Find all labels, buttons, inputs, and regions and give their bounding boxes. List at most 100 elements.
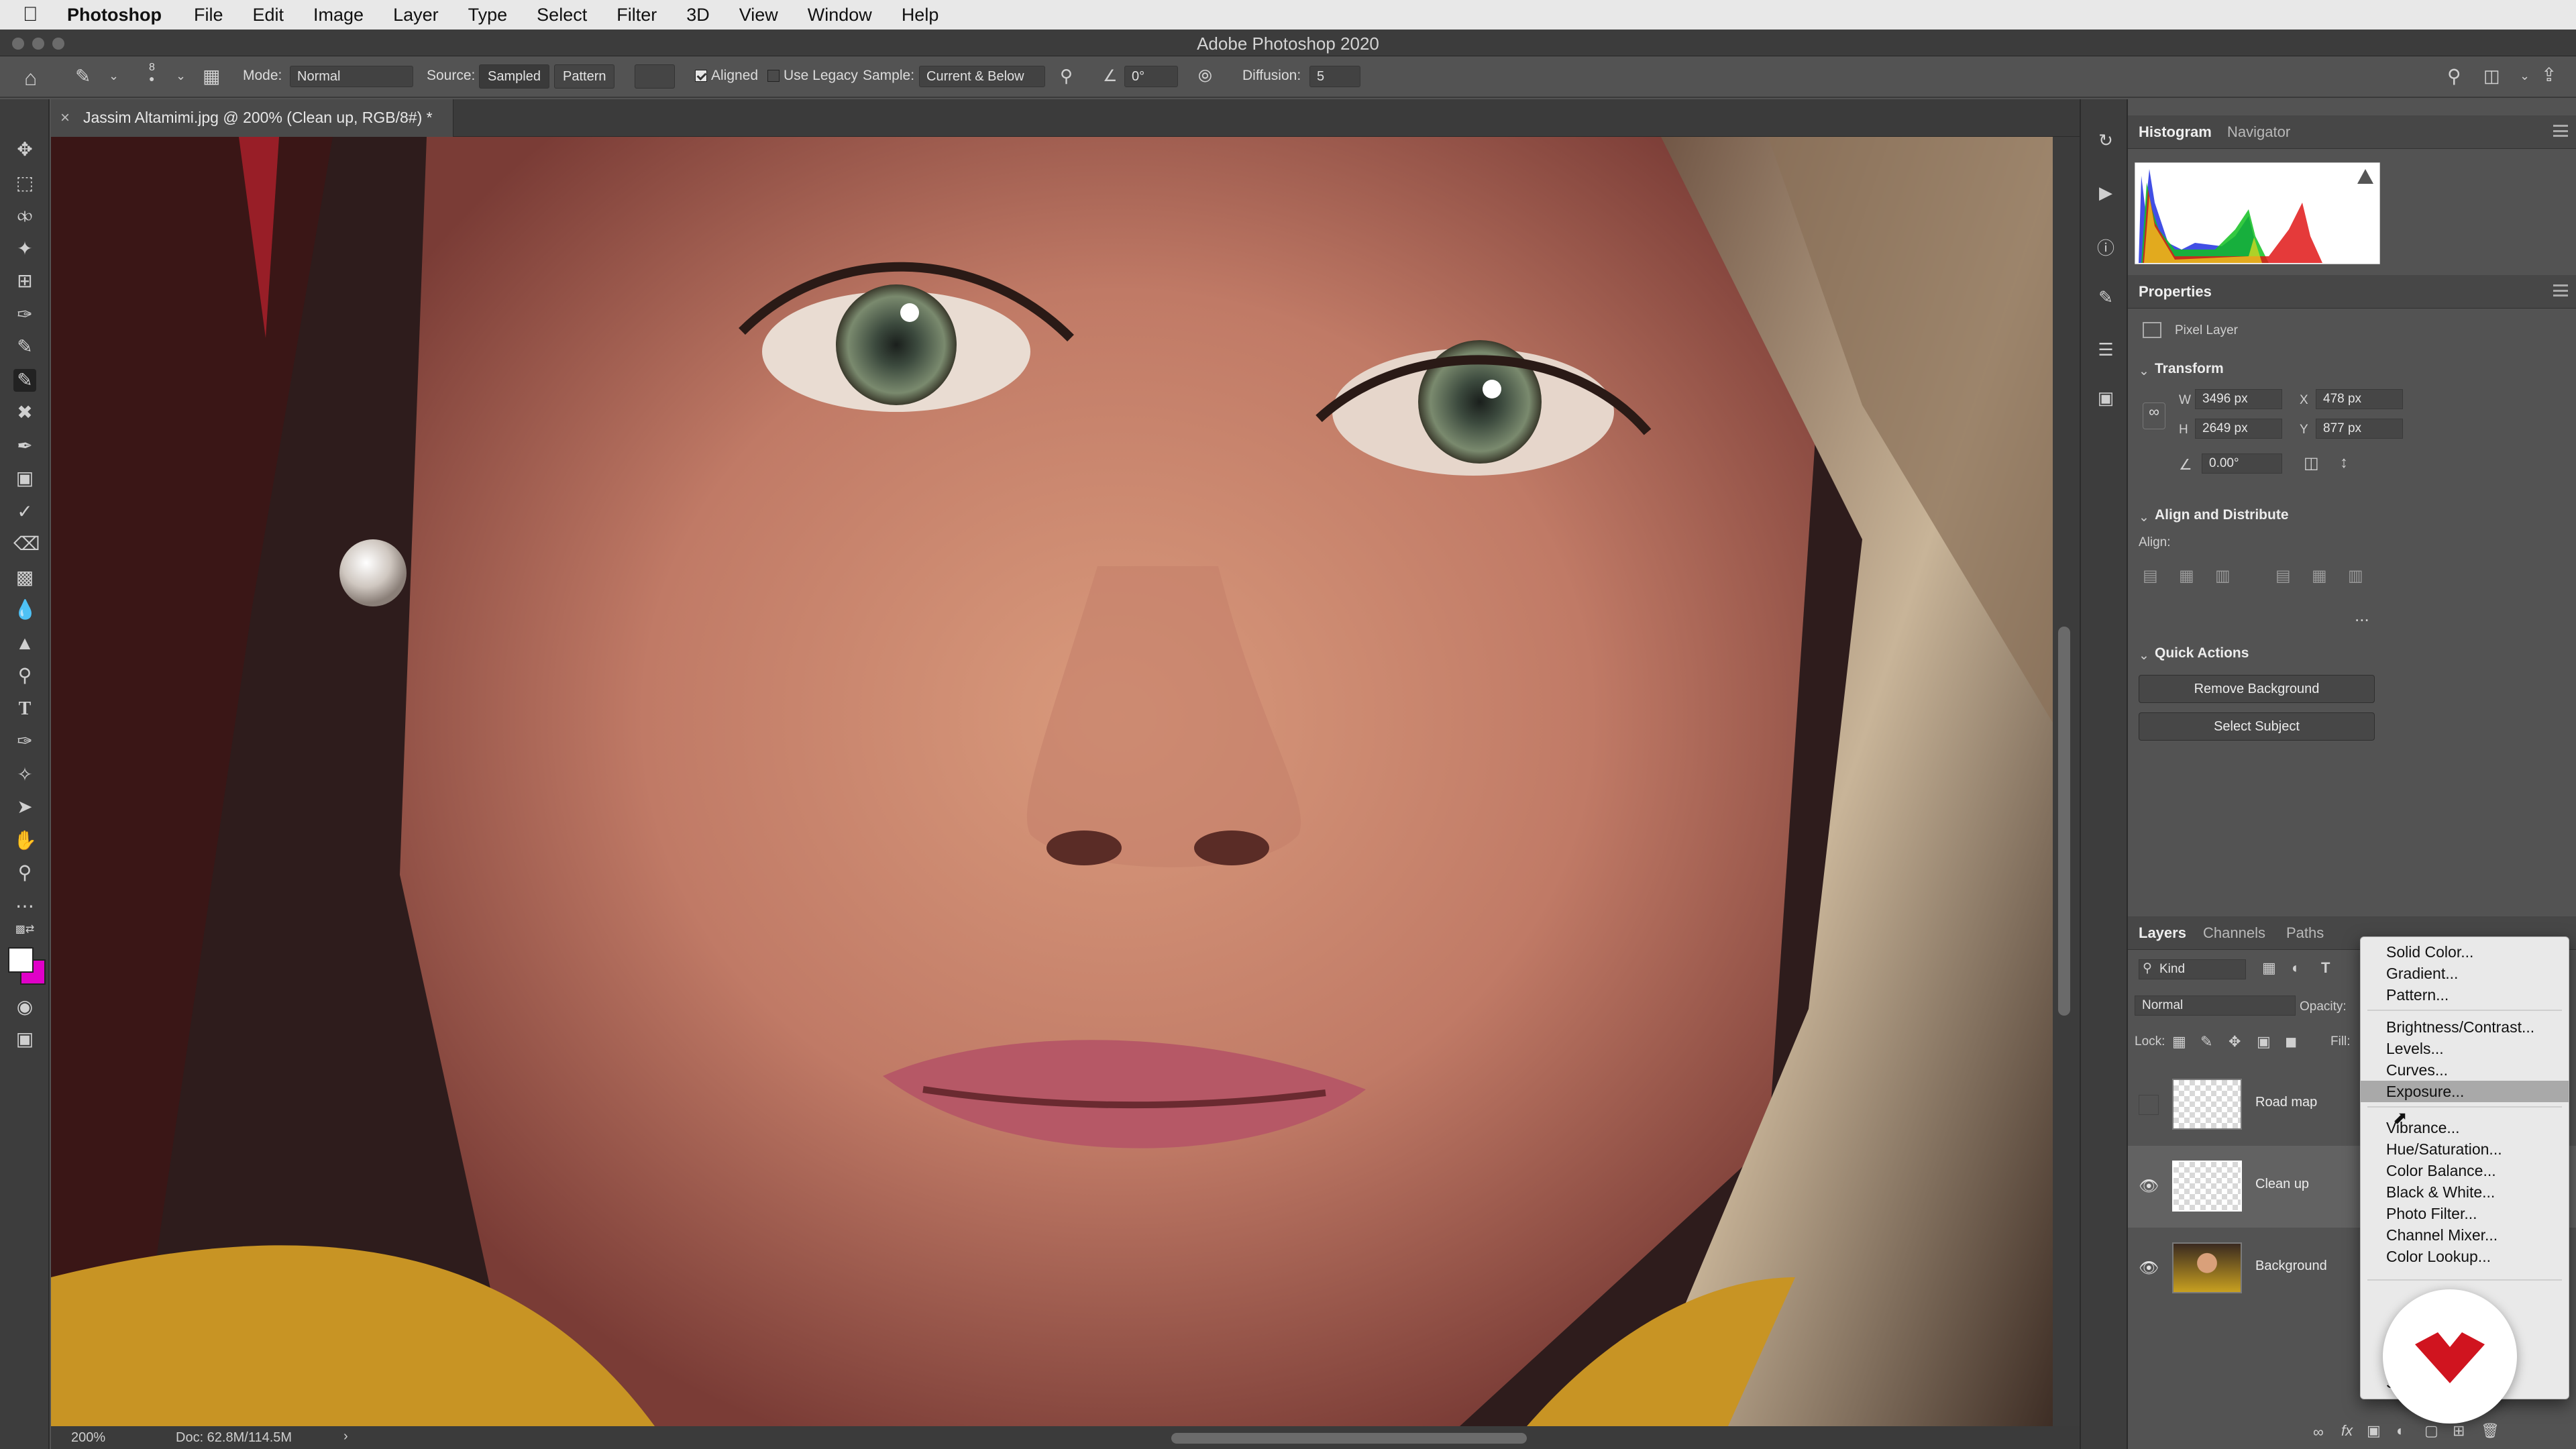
clone-stamp-tool-icon[interactable]: ▣ (13, 467, 36, 490)
eye-icon[interactable]: 👁 (2139, 1177, 2159, 1197)
blur-tool-icon[interactable]: 💧 (13, 598, 37, 621)
vertical-scrollbar[interactable] (2053, 137, 2080, 1426)
panel-menu-icon[interactable] (2553, 284, 2568, 297)
type-tool-icon[interactable]: T (13, 698, 36, 720)
menu-3d[interactable]: 3D (686, 5, 710, 25)
menu-item-curves[interactable]: Curves... (2361, 1059, 2569, 1081)
filter-type-icon[interactable]: T (2321, 959, 2330, 977)
chevron-down-icon[interactable]: ⌄ (2520, 70, 2530, 82)
width-field[interactable]: 3496 px (2195, 389, 2282, 409)
brush-settings-icon[interactable]: ✎ (2094, 287, 2117, 310)
sharpen-tool-icon[interactable]: ▲ (13, 632, 36, 655)
zoom-level[interactable]: 200% (71, 1430, 105, 1446)
shape-tool-icon[interactable]: ✧ (13, 763, 36, 786)
marquee-tool-icon[interactable]: ⬚ (13, 172, 36, 195)
pressure-size-icon[interactable]: ⦾ (1198, 67, 1212, 85)
new-layer-icon[interactable]: ⊞ (2453, 1422, 2465, 1440)
menu-item-brightness-contrast[interactable]: Brightness/Contrast... (2361, 1016, 2569, 1038)
close-tab-icon[interactable]: × (60, 109, 70, 127)
menu-item-gradient[interactable]: Gradient... (2361, 963, 2569, 984)
default-colors-icon[interactable]: ▩⇄ (13, 923, 36, 946)
new-group-icon[interactable]: ▢ (2424, 1422, 2438, 1440)
vertical-scroll-thumb[interactable] (2058, 627, 2070, 1016)
menu-edit[interactable]: Edit (253, 5, 284, 25)
source-pattern-button[interactable]: Pattern (554, 64, 615, 89)
align-center-h-icon[interactable]: ▦ (2179, 566, 2194, 586)
delete-layer-icon[interactable]: 🗑 (2481, 1422, 2500, 1440)
menu-app-name[interactable]: Photoshop (67, 5, 162, 25)
eye-icon[interactable]: 👁 (2139, 1258, 2159, 1279)
share-icon[interactable]: ⇪ (2541, 66, 2557, 85)
link-layers-icon[interactable]: ∞ (2313, 1424, 2324, 1441)
patch-tool-icon[interactable]: ✖ (13, 401, 36, 424)
diffusion-field[interactable]: 5 (1309, 66, 1360, 87)
screen-mode-icon[interactable]: ▣ (13, 1028, 36, 1051)
menu-item-levels[interactable]: Levels... (2361, 1038, 2569, 1059)
move-tool-icon[interactable]: ✥ (13, 138, 36, 161)
quick-selection-tool-icon[interactable]: ✦ (13, 237, 36, 260)
flip-horizontal-icon[interactable]: ◫ (2304, 453, 2319, 473)
add-mask-icon[interactable]: ▣ (2367, 1422, 2381, 1440)
new-adjustment-layer-icon[interactable]: ◐ (2396, 1422, 2405, 1440)
healing-brush-tool-icon[interactable]: ✎ (75, 67, 91, 86)
menu-item-black-white[interactable]: Black & White... (2361, 1181, 2569, 1203)
layer-style-icon[interactable]: fx (2341, 1422, 2353, 1440)
chevron-down-icon[interactable]: ⌄ (2139, 364, 2149, 379)
brush-preset-icon[interactable]: ● (149, 74, 154, 83)
select-subject-button[interactable]: Select Subject (2139, 712, 2375, 741)
menu-item-color-lookup[interactable]: Color Lookup... (2361, 1246, 2569, 1267)
history-brush-tool-icon[interactable]: ✓ (13, 500, 36, 523)
tab-layers[interactable]: Layers (2139, 924, 2186, 942)
pen-tool-icon[interactable]: ✑ (13, 730, 36, 753)
spot-healing-tool-icon[interactable]: ✎ (13, 335, 36, 358)
healing-brush-tool-icon[interactable]: ✎ (13, 369, 36, 392)
tab-histogram[interactable]: Histogram (2139, 123, 2212, 141)
x-field[interactable]: 478 px (2316, 389, 2403, 409)
menu-type[interactable]: Type (468, 5, 508, 25)
visibility-toggle[interactable] (2139, 1095, 2159, 1115)
menu-file[interactable]: File (194, 5, 223, 25)
crop-tool-icon[interactable]: ⊞ (13, 270, 36, 292)
filter-pixel-icon[interactable]: ▦ (2262, 959, 2276, 977)
y-field[interactable]: 877 px (2316, 419, 2403, 439)
tab-channels[interactable]: Channels (2203, 924, 2265, 942)
chevron-right-icon[interactable]: › (343, 1429, 348, 1444)
align-middle-v-icon[interactable]: ▦ (2312, 566, 2327, 586)
rotation-field[interactable]: 0.00° (2202, 453, 2282, 474)
quick-mask-icon[interactable]: ◉ (13, 996, 36, 1018)
flip-vertical-icon[interactable]: ↕ (2340, 453, 2348, 472)
clone-source-icon[interactable]: ▣ (2094, 388, 2117, 411)
menu-help[interactable]: Help (902, 5, 939, 25)
menu-view[interactable]: View (739, 5, 778, 25)
properties-title[interactable]: Properties (2139, 283, 2212, 301)
apple-icon[interactable]:  (23, 3, 47, 26)
align-top-icon[interactable]: ▤ (2275, 566, 2291, 586)
menu-item-channel-mixer[interactable]: Channel Mixer... (2361, 1224, 2569, 1246)
brush-tool-icon[interactable]: ✒ (13, 435, 36, 458)
eyedropper-tool-icon[interactable]: ✑ (13, 303, 36, 326)
tab-navigator[interactable]: Navigator (2227, 123, 2290, 141)
link-icon[interactable]: ∞ (2143, 402, 2165, 429)
menu-item-vibrance[interactable]: Vibrance... (2361, 1117, 2569, 1138)
align-right-icon[interactable]: ▥ (2215, 566, 2231, 586)
align-bottom-icon[interactable]: ▥ (2348, 566, 2363, 586)
horizontal-scroll-thumb[interactable] (1171, 1433, 1527, 1444)
actions-panel-icon[interactable]: ▶ (2094, 182, 2117, 205)
use-legacy-check-icon[interactable] (767, 70, 780, 82)
menu-item-pattern[interactable]: Pattern... (2361, 984, 2569, 1006)
lasso-tool-icon[interactable]: ⧞ (13, 204, 36, 227)
dodge-tool-icon[interactable]: ⚲ (13, 664, 36, 687)
aligned-checkbox[interactable]: Aligned (695, 68, 758, 84)
align-title[interactable]: Align and Distribute (2155, 507, 2289, 523)
sample-select[interactable]: Current & Below (919, 66, 1045, 87)
zoom-tool-icon[interactable]: ⚲ (13, 861, 36, 884)
chevron-down-icon[interactable]: ⌄ (176, 70, 186, 82)
angle-field[interactable]: 0° (1124, 66, 1178, 87)
gradient-tool-icon[interactable]: ▩ (13, 566, 36, 589)
foreground-color-swatch[interactable] (8, 947, 34, 973)
panel-menu-icon[interactable] (2553, 125, 2568, 137)
menu-item-color-balance[interactable]: Color Balance... (2361, 1160, 2569, 1181)
source-sampled-button[interactable]: Sampled (479, 64, 549, 89)
menu-image[interactable]: Image (313, 5, 364, 25)
menu-item-photo-filter[interactable]: Photo Filter... (2361, 1203, 2569, 1224)
